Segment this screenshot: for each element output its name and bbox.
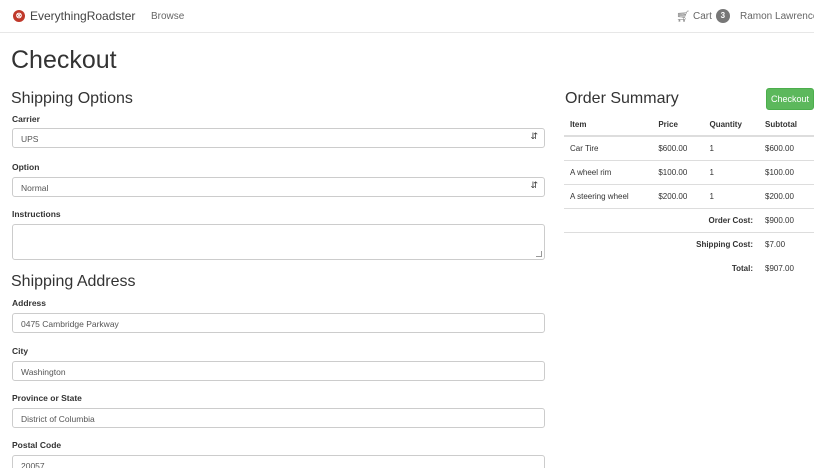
order-cost-label: Order Cost: — [564, 207, 759, 232]
nav-browse-link[interactable]: Browse — [151, 11, 184, 22]
item-price: $600.00 — [658, 143, 688, 153]
table-row: A wheel rim $100.00 1 $100.00 — [564, 159, 814, 184]
select-arrows-icon: ⇵ — [530, 180, 538, 190]
column-header-item: Item — [564, 114, 653, 137]
brand-name: EverythingRoadster — [30, 9, 136, 23]
option-label: Option — [12, 162, 40, 172]
address-value: 0475 Cambridge Parkway — [21, 319, 119, 329]
shipping-cost-value: $7.00 — [759, 231, 814, 256]
nav-cart-link[interactable]: 🛒︎ Cart 3 — [676, 9, 730, 23]
carrier-select[interactable]: UPS ⇵ — [12, 128, 545, 148]
shipping-address-title: Shipping Address — [11, 273, 136, 290]
instructions-textarea[interactable] — [12, 224, 545, 260]
total-value: $907.00 — [765, 263, 794, 273]
total-row: Total: $907.00 — [564, 256, 814, 280]
address-label: Address — [12, 298, 47, 308]
order-cost-value: $900.00 — [759, 207, 814, 232]
cart-count-badge: 3 — [715, 9, 730, 23]
province-input[interactable]: District of Columbia — [12, 408, 545, 428]
item-quantity: 1 — [709, 143, 714, 153]
item-name: A wheel rim — [564, 159, 653, 184]
column-header-quantity: Quantity — [703, 114, 759, 137]
address-input[interactable]: 0475 Cambridge Parkway — [12, 313, 545, 333]
carrier-label: Carrier — [12, 114, 40, 124]
postal-code-input[interactable]: 20057 — [12, 455, 545, 468]
item-name: A steering wheel — [564, 183, 653, 208]
city-input[interactable]: Washington — [12, 361, 545, 381]
item-quantity: 1 — [703, 183, 759, 208]
province-label: Province or State — [12, 393, 82, 403]
instructions-label: Instructions — [12, 209, 61, 219]
item-subtotal: $100.00 — [759, 159, 814, 184]
item-subtotal: $200.00 — [759, 183, 814, 208]
item-quantity: 1 — [703, 159, 759, 184]
shipping-options-title: Shipping Options — [11, 90, 133, 107]
province-value: District of Columbia — [21, 414, 95, 424]
checkout-button[interactable]: Checkout — [766, 88, 814, 110]
column-header-price: Price — [652, 114, 704, 137]
column-header-subtotal: Subtotal — [759, 114, 814, 137]
order-summary-table: Item Price Quantity Subtotal Car Tire $6… — [564, 114, 814, 280]
city-label: City — [12, 346, 29, 356]
order-summary-title: Order Summary — [565, 90, 679, 107]
cart-icon: 🛒︎ — [676, 10, 690, 23]
page-title: Checkout — [11, 46, 117, 74]
shipping-cost-label: Shipping Cost: — [564, 231, 759, 256]
total-label: Total: — [731, 263, 753, 273]
resize-handle-icon[interactable] — [536, 251, 542, 257]
option-selected-value: Normal — [21, 183, 49, 193]
table-row: Car Tire $600.00 1 $600.00 — [564, 136, 814, 160]
select-arrows-icon: ⇵ — [530, 131, 538, 141]
table-header-row: Item Price Quantity Subtotal — [564, 114, 814, 137]
postal-code-label: Postal Code — [12, 440, 62, 450]
brand-logo-icon: ⊗ — [13, 10, 25, 22]
table-row: A steering wheel $200.00 1 $200.00 — [564, 183, 814, 208]
order-cost-row: Order Cost: $900.00 — [564, 207, 814, 232]
navbar: ⊗ EverythingRoadster Browse 🛒︎ Cart 3 Ra… — [0, 0, 814, 33]
option-select[interactable]: Normal ⇵ — [12, 177, 545, 197]
brand-link[interactable]: ⊗ EverythingRoadster — [13, 9, 135, 23]
shipping-cost-row: Shipping Cost: $7.00 — [564, 231, 814, 256]
cart-label: Cart — [692, 10, 712, 22]
postal-code-value: 20057 — [21, 461, 45, 468]
item-price: $100.00 — [652, 159, 704, 184]
item-subtotal: $600.00 — [765, 143, 794, 153]
item-price: $200.00 — [652, 183, 704, 208]
carrier-selected-value: UPS — [21, 134, 39, 144]
nav-user-link[interactable]: Ramon Lawrence — [740, 11, 814, 22]
city-value: Washington — [21, 367, 66, 377]
item-name: Car Tire — [570, 143, 599, 153]
